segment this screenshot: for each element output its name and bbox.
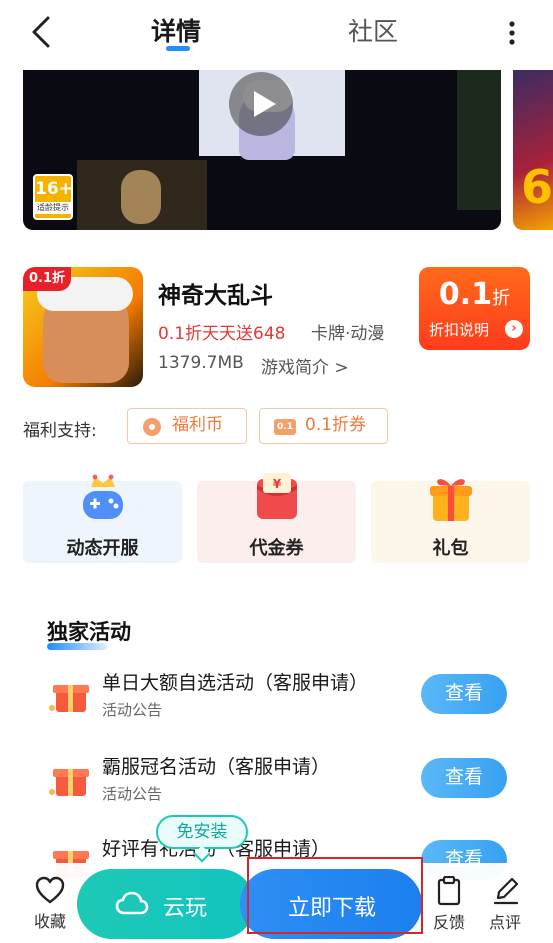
no-install-tooltip: 免安装	[156, 815, 248, 849]
feedback-label: 反馈	[432, 913, 465, 932]
heart-icon	[35, 876, 65, 904]
age-rating-value: 16+	[35, 179, 73, 199]
feedback-button[interactable]: 反馈	[429, 876, 469, 936]
gift-box-icon	[430, 479, 472, 521]
favorite-button[interactable]: 收藏	[28, 876, 72, 936]
media-video-preview[interactable]: 16+ 适龄提示	[23, 70, 501, 230]
tab-community[interactable]: 社区	[348, 12, 398, 48]
view-activity-button[interactable]: 查看	[421, 758, 507, 798]
review-button[interactable]: 点评	[485, 876, 525, 936]
screenshot-frame	[457, 70, 501, 210]
coin-icon	[143, 418, 161, 436]
cloud-play-label: 云玩	[163, 895, 208, 920]
file-size: 1379.7MB	[158, 353, 244, 373]
game-icon-tag: 0.1折	[23, 267, 71, 291]
promo-text: 0.1折天天送648	[158, 324, 286, 344]
review-label: 点评	[488, 913, 521, 932]
feature-card-gift[interactable]: 礼包	[371, 479, 530, 563]
game-intro-link[interactable]: 游戏简介 >	[261, 353, 349, 378]
coupon-icon: 0.1	[274, 419, 296, 435]
top-nav-bar: 详情 社区	[0, 0, 553, 66]
welfare-label: 福利支持:	[23, 421, 97, 441]
feature-card-server-open[interactable]: 动态开服	[23, 474, 182, 563]
activity-title: 单日大额自选活动（客服申请）	[102, 672, 369, 694]
game-title: 神奇大乱斗	[158, 283, 273, 309]
gift-icon	[49, 685, 89, 712]
chevron-left-icon[interactable]	[28, 14, 58, 50]
game-icon: 0.1折	[23, 267, 143, 387]
genre-tags: 卡牌·动漫	[311, 324, 385, 344]
activity-subtitle: 活动公告	[102, 701, 163, 719]
gamepad-crown-icon	[83, 474, 123, 519]
more-vertical-icon[interactable]	[500, 16, 524, 50]
welfare-coupon-chip[interactable]: 0.1 0.1折券	[259, 408, 388, 444]
discount-value: 0.1折	[438, 277, 511, 312]
media-next-thumbnail[interactable]: 6	[513, 70, 553, 230]
cloud-icon	[115, 891, 149, 915]
clipboard-icon	[437, 876, 461, 906]
download-label: 立即下载	[288, 895, 377, 920]
discount-explain-label: 折扣说明	[429, 321, 490, 339]
feature-card-voucher[interactable]: ¥ 代金券	[197, 473, 356, 563]
feature-label: 礼包	[432, 538, 469, 559]
play-icon[interactable]	[229, 72, 293, 136]
favorite-label: 收藏	[33, 912, 66, 931]
activity-title: 霸服冠名活动（客服申请）	[102, 756, 331, 778]
gift-icon	[49, 769, 89, 796]
activity-subtitle: 活动公告	[102, 785, 163, 803]
active-tab-indicator	[166, 46, 190, 51]
tab-details[interactable]: 详情	[151, 12, 201, 48]
svg-text:¥: ¥	[273, 477, 282, 491]
red-envelope-icon: ¥	[257, 473, 297, 519]
activity-item[interactable]: 霸服冠名活动（客服申请） 活动公告 查看	[0, 748, 553, 818]
pencil-icon	[493, 877, 519, 905]
cloud-play-button[interactable]: 云玩	[77, 869, 255, 939]
chevron-right-icon: ›	[505, 320, 523, 338]
activity-item[interactable]: 单日大额自选活动（客服申请） 活动公告 查看	[0, 664, 553, 734]
view-activity-button[interactable]: 查看	[421, 674, 507, 714]
age-rating-badge: 16+ 适龄提示	[33, 174, 73, 220]
welfare-coin-chip[interactable]: 福利币	[127, 408, 247, 444]
section-title-exclusive-activities: 独家活动	[47, 620, 131, 644]
feature-label: 动态开服	[66, 538, 139, 559]
screenshot-frame	[77, 160, 207, 230]
discount-card[interactable]: 0.1折 折扣说明 ›	[419, 267, 530, 350]
age-rating-note: 适龄提示	[35, 202, 71, 214]
feature-label: 代金券	[249, 538, 304, 559]
section-title-underline	[47, 643, 107, 650]
download-now-button[interactable]: 立即下载	[240, 869, 422, 939]
